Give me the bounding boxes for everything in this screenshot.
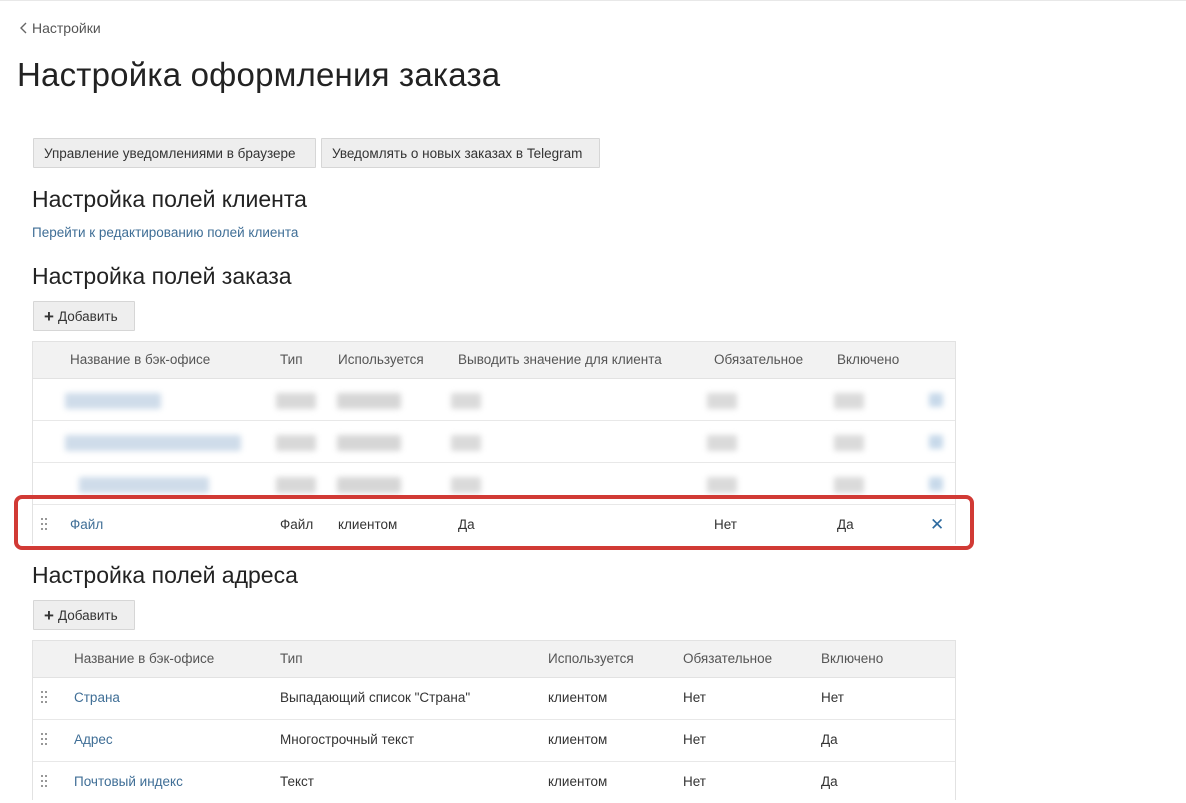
- field-required: Нет: [683, 774, 706, 789]
- table-row: Почтовый индекс Текст клиентом Нет Да: [33, 762, 955, 803]
- telegram-notifications-button[interactable]: Уведомлять о новых заказах в Telegram: [321, 138, 600, 168]
- column-header-used-by: Используется: [548, 651, 634, 666]
- field-name-link[interactable]: Почтовый индекс: [74, 774, 183, 789]
- redacted-cell: [834, 393, 864, 409]
- column-header-show-to-client: Выводить значение для клиента: [458, 352, 662, 367]
- redacted-cell: [707, 477, 737, 493]
- add-address-field-button[interactable]: + Добавить: [33, 600, 135, 630]
- field-required: Нет: [683, 732, 706, 747]
- redacted-cell: [929, 477, 943, 491]
- redacted-cell: [79, 477, 209, 493]
- drag-handle-icon[interactable]: [40, 774, 48, 788]
- page-title: Настройка оформления заказа: [17, 56, 501, 93]
- field-name-link[interactable]: Адрес: [74, 732, 113, 747]
- redacted-cell: [451, 477, 481, 493]
- order-fields-table-header: Название в бэк-офисе Тип Используется Вы…: [33, 342, 955, 379]
- plus-icon: +: [44, 306, 54, 326]
- field-enabled: Нет: [821, 690, 844, 705]
- redacted-cell: [929, 393, 943, 407]
- field-type: Многострочный текст: [280, 732, 415, 747]
- drag-handle-icon[interactable]: [40, 690, 48, 704]
- redacted-cell: [707, 393, 737, 409]
- column-header-type: Тип: [280, 651, 303, 666]
- field-enabled: Да: [821, 732, 838, 747]
- redacted-cell: [707, 435, 737, 451]
- column-header-enabled: Включено: [821, 651, 884, 666]
- field-required: Нет: [683, 690, 706, 705]
- telegram-notifications-label: Уведомлять о новых заказах в Telegram: [332, 145, 583, 161]
- redacted-cell: [65, 393, 161, 409]
- field-used-by: клиентом: [548, 690, 608, 705]
- add-address-field-label: Добавить: [57, 607, 118, 623]
- add-order-field-button[interactable]: + Добавить: [33, 301, 135, 331]
- table-row: Страна Выпадающий список "Страна" клиент…: [33, 678, 955, 720]
- address-fields-table-header: Название в бэк-офисе Тип Используется Об…: [33, 641, 955, 678]
- table-row: Адрес Многострочный текст клиентом Нет Д…: [33, 720, 955, 762]
- edit-client-fields-link[interactable]: Перейти к редактированию полей клиента: [32, 225, 298, 240]
- field-type: Выпадающий список "Страна": [280, 690, 471, 705]
- redacted-cell: [276, 393, 316, 409]
- redacted-cell: [337, 435, 401, 451]
- column-header-name: Название в бэк-офисе: [74, 651, 215, 666]
- column-header-type: Тип: [280, 352, 303, 367]
- field-used-by: клиентом: [548, 732, 608, 747]
- redacted-cell: [834, 477, 864, 493]
- redacted-row: [33, 421, 955, 463]
- drag-handle-icon[interactable]: [40, 732, 48, 746]
- column-header-required: Обязательное: [683, 651, 773, 666]
- redacted-row: [33, 379, 955, 421]
- breadcrumb[interactable]: Настройки: [18, 19, 101, 37]
- chevron-left-icon: [20, 22, 27, 34]
- redacted-cell: [451, 393, 481, 409]
- address-fields-table: Название в бэк-офисе Тип Используется Об…: [32, 640, 956, 803]
- redacted-cell: [276, 435, 316, 451]
- column-header-used-by: Используется: [338, 352, 424, 367]
- top-divider: [0, 0, 1186, 1]
- add-order-field-label: Добавить: [57, 308, 118, 324]
- column-header-name: Название в бэк-офисе: [70, 352, 211, 367]
- redacted-cell: [65, 435, 241, 451]
- field-used-by: клиентом: [548, 774, 608, 789]
- breadcrumb-settings-link[interactable]: Настройки: [32, 20, 101, 36]
- column-header-required: Обязательное: [714, 352, 804, 367]
- redacted-cell: [834, 435, 864, 451]
- plus-icon: +: [44, 605, 54, 625]
- highlight-frame: [14, 495, 974, 550]
- redacted-cell: [337, 477, 401, 493]
- redacted-cell: [451, 435, 481, 451]
- redacted-cell: [276, 477, 316, 493]
- order-fields-heading: Настройка полей заказа: [32, 263, 292, 289]
- address-fields-heading: Настройка полей адреса: [32, 562, 298, 588]
- field-name-link[interactable]: Страна: [74, 690, 120, 705]
- browser-notifications-label: Управление уведомлениями в браузере: [44, 145, 296, 161]
- client-fields-heading: Настройка полей клиента: [32, 186, 307, 212]
- redacted-cell: [337, 393, 401, 409]
- redacted-cell: [929, 435, 943, 449]
- browser-notifications-button[interactable]: Управление уведомлениями в браузере: [33, 138, 316, 168]
- field-enabled: Да: [821, 774, 838, 789]
- field-type: Текст: [280, 774, 314, 789]
- column-header-enabled: Включено: [837, 352, 900, 367]
